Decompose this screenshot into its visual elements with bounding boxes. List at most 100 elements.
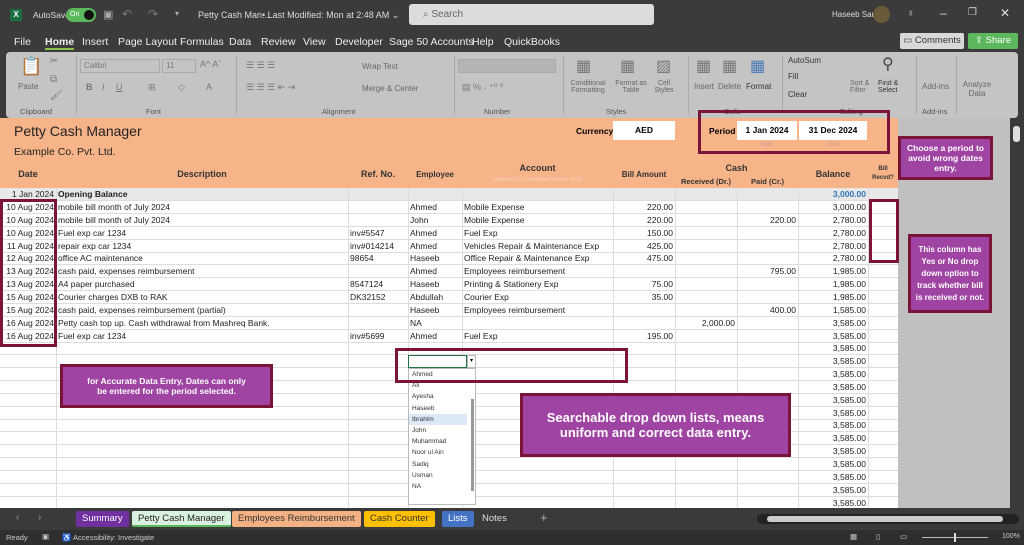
cell-balance[interactable]: 3,585.00: [798, 471, 868, 484]
cell-account[interactable]: Employees reimbursement: [462, 265, 613, 278]
zoom-level[interactable]: 100%: [1002, 533, 1020, 540]
normal-view-icon[interactable]: ▦: [850, 532, 857, 541]
cell-description[interactable]: A4 paper purchased: [56, 278, 348, 291]
undo-icon[interactable]: ↶: [122, 7, 132, 21]
cell-account[interactable]: Mobile Expense: [462, 214, 613, 227]
cell-employee[interactable]: Haseeb: [408, 304, 462, 317]
cell-balance[interactable]: 2,780.00: [798, 252, 868, 265]
align-left-icon[interactable]: ☰ ☰ ☰ ⇤ ⇥: [246, 82, 295, 93]
cell-ref[interactable]: 8547124: [348, 278, 408, 291]
cell-balance[interactable]: 3,585.00: [798, 484, 868, 497]
cell-employee[interactable]: Ahmed: [408, 265, 462, 278]
cell-paid[interactable]: [737, 252, 798, 265]
search-box[interactable]: ⌕ Search: [409, 4, 654, 25]
share-button[interactable]: ⇪ Share: [968, 33, 1018, 49]
number-format-select[interactable]: [458, 59, 556, 73]
prev-sheet-icon[interactable]: ‹: [16, 512, 19, 523]
close-icon[interactable]: ✕: [1000, 6, 1010, 20]
align-top-icon[interactable]: ☰ ☰ ☰: [246, 60, 275, 71]
cell-account[interactable]: [462, 317, 613, 330]
font-grow-icon[interactable]: A^ Aˇ: [200, 59, 221, 69]
dropdown-scrollbar[interactable]: [471, 399, 474, 491]
cell-employee[interactable]: Ahmed: [408, 227, 462, 240]
cell-account[interactable]: Fuel Exp: [462, 227, 613, 240]
last-modified[interactable]: • Last Modified: Mon at 2:48 AM ⌄: [262, 10, 399, 21]
cell-received[interactable]: [675, 240, 737, 253]
tab-review[interactable]: Review: [261, 36, 295, 48]
cell-paid[interactable]: [737, 201, 798, 214]
cell-balance[interactable]: 3,585.00: [798, 381, 868, 394]
cell-bill-amount[interactable]: 220.00: [613, 214, 675, 227]
comments-button[interactable]: ▭ Comments: [900, 33, 964, 49]
analyze-data-button[interactable]: Analyze Data: [962, 80, 992, 98]
sheet-tab[interactable]: Summary: [76, 511, 129, 527]
cell-balance[interactable]: 3,585.00: [798, 419, 868, 432]
cell-balance[interactable]: 3,585.00: [798, 497, 868, 508]
tab-view[interactable]: View: [303, 36, 326, 48]
copy-icon[interactable]: ⧉: [50, 74, 57, 85]
add-sheet-icon[interactable]: +: [540, 510, 548, 525]
cell-bill-amount[interactable]: 195.00: [613, 330, 675, 343]
paste-icon[interactable]: 📋: [20, 56, 42, 77]
dropdown-option[interactable]: Muhammad: [409, 436, 467, 447]
vertical-scrollbar[interactable]: [1010, 118, 1024, 508]
cell-employee[interactable]: Ahmed: [408, 240, 462, 253]
lightbulb-icon[interactable]: ♁: [907, 8, 915, 19]
dropdown-option[interactable]: Ibrahim: [409, 413, 467, 425]
currency-input[interactable]: AED: [613, 121, 675, 140]
cell-paid[interactable]: [737, 227, 798, 240]
cell-ref[interactable]: inv#5699: [348, 330, 408, 343]
cell-bill-amount[interactable]: [613, 304, 675, 317]
cell-paid[interactable]: [737, 291, 798, 304]
cell-paid[interactable]: 795.00: [737, 265, 798, 278]
dropdown-option[interactable]: Usman: [409, 470, 467, 481]
delete-cells-button[interactable]: Delete: [718, 82, 741, 91]
cell-employee[interactable]: John: [408, 214, 462, 227]
format-painter-icon[interactable]: 🖌: [50, 90, 63, 101]
cell-balance[interactable]: 1,985.00: [798, 265, 868, 278]
cell-description[interactable]: mobile bill month of July 2024: [56, 201, 348, 214]
cell-balance[interactable]: 3,585.00: [798, 355, 868, 368]
cell-balance[interactable]: 1,985.00: [798, 291, 868, 304]
cell-received[interactable]: [675, 227, 737, 240]
cell-account[interactable]: Fuel Exp: [462, 330, 613, 343]
restore-icon[interactable]: ❐: [968, 7, 977, 18]
avatar[interactable]: [873, 6, 890, 23]
cell-ref[interactable]: inv#014214: [348, 240, 408, 253]
zoom-slider-thumb[interactable]: [954, 533, 956, 542]
cell-description[interactable]: office AC maintenance: [56, 252, 348, 265]
insert-cells-icon[interactable]: ▦: [696, 56, 711, 76]
paste-button[interactable]: Paste: [18, 82, 38, 91]
font-color-icon[interactable]: A: [206, 82, 212, 92]
fill-button[interactable]: Fill: [788, 72, 798, 81]
opening-balance[interactable]: 3,000.00: [798, 188, 868, 201]
cell-received[interactable]: [675, 214, 737, 227]
cell-received[interactable]: [675, 291, 737, 304]
accessibility-status[interactable]: ♿ Accessibility: Investigate: [62, 533, 154, 542]
dropdown-option[interactable]: Noor ul Ain: [409, 447, 467, 458]
cell-description[interactable]: cash paid, expenses reimbursement (parti…: [56, 304, 348, 317]
cell-received[interactable]: [675, 304, 737, 317]
tab-page-layout[interactable]: Page Layout: [118, 36, 177, 48]
cell-balance[interactable]: 3,585.00: [798, 330, 868, 343]
cell-paid[interactable]: [737, 317, 798, 330]
cell-employee[interactable]: Ahmed: [408, 330, 462, 343]
conditional-formatting-button[interactable]: Conditional Formatting: [563, 80, 613, 94]
page-break-view-icon[interactable]: ▭: [900, 532, 907, 541]
cell-description[interactable]: Fuel exp car 1234: [56, 330, 348, 343]
cell-received[interactable]: [675, 265, 737, 278]
sheet-tab[interactable]: Lists: [442, 511, 474, 527]
cell-balance[interactable]: 3,585.00: [798, 432, 868, 445]
cell-paid[interactable]: [737, 240, 798, 253]
tab-insert[interactable]: Insert: [82, 36, 108, 48]
cell-description[interactable]: repair exp car 1234: [56, 240, 348, 253]
cell-description[interactable]: cash paid, expenses reimbursement: [56, 265, 348, 278]
wrap-text-button[interactable]: Wrap Text: [362, 62, 398, 71]
customize-qat-icon[interactable]: ▾: [175, 9, 179, 18]
format-as-table-button[interactable]: Format as Table: [613, 80, 649, 94]
cell-employee[interactable]: Haseeb: [408, 278, 462, 291]
sheet-tab[interactable]: Cash Counter: [364, 511, 435, 527]
tab-formulas[interactable]: Formulas: [180, 36, 224, 48]
font-size-select[interactable]: 11: [162, 59, 196, 73]
font-name-select[interactable]: Calibri: [80, 59, 160, 73]
